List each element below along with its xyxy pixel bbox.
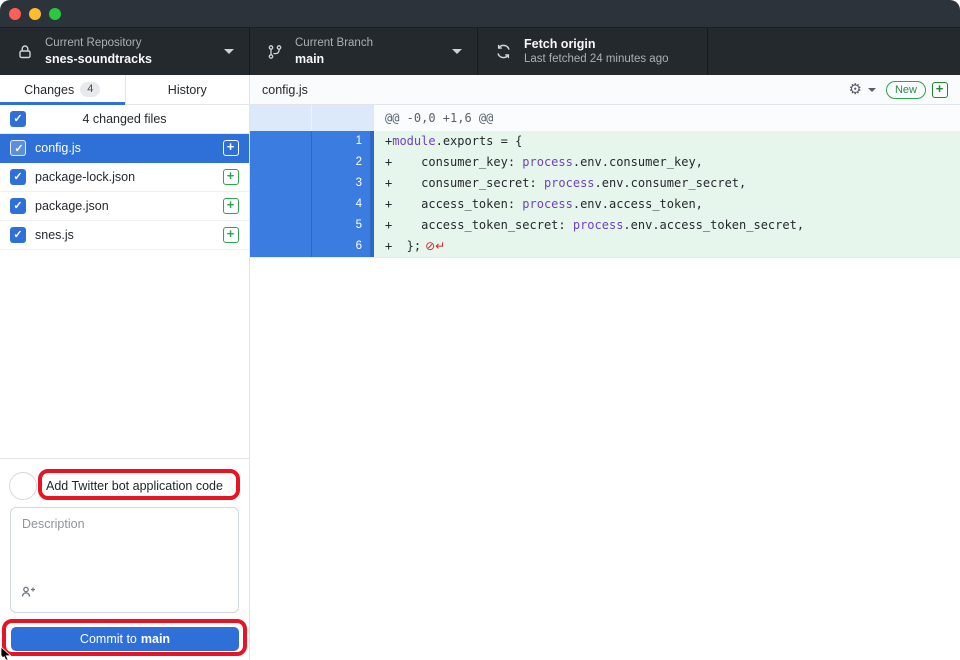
diff-line[interactable]: 3+ consumer_secret: process.env.consumer…	[250, 173, 960, 194]
file-status-badge: New	[886, 81, 926, 99]
line-number: 4	[312, 194, 370, 215]
tab-changes[interactable]: Changes 4	[0, 75, 125, 104]
toolbar-empty-area	[708, 28, 960, 75]
branch-label: Current Branch	[295, 36, 373, 51]
fetch-origin-button[interactable]: Fetch origin Last fetched 24 minutes ago	[478, 28, 708, 75]
line-number: 3	[312, 173, 370, 194]
diff-line-code: + access_token: process.env.access_token…	[374, 194, 960, 215]
file-name: package-lock.json	[35, 170, 223, 184]
added-file-icon	[932, 82, 948, 98]
line-number: 2	[312, 152, 370, 173]
file-checkbox[interactable]	[10, 140, 26, 156]
file-checkbox[interactable]	[10, 169, 26, 185]
changed-files-summary-row: 4 changed files	[0, 105, 249, 134]
file-checkbox[interactable]	[10, 227, 26, 243]
line-number: 6	[312, 236, 370, 257]
commit-button[interactable]: Commit to main	[11, 627, 239, 651]
diff-line[interactable]: 4+ access_token: process.env.access_toke…	[250, 194, 960, 215]
commit-description-input[interactable]	[12, 509, 222, 589]
git-branch-icon	[267, 44, 283, 60]
diff-line[interactable]: 6+ };⊘↵	[250, 236, 960, 257]
diff-line[interactable]: 1+module.exports = {	[250, 131, 960, 152]
commit-summary-input[interactable]	[46, 473, 234, 499]
chevron-down-icon	[224, 49, 234, 54]
fetch-subtitle: Last fetched 24 minutes ago	[524, 52, 669, 67]
titlebar[interactable]	[0, 0, 960, 28]
changes-count-badge: 4	[80, 82, 100, 97]
zoom-window-button[interactable]	[49, 8, 61, 20]
file-row-snes.js[interactable]: snes.js	[0, 221, 249, 250]
diff-file-name: config.js	[262, 83, 849, 97]
tab-history-label: History	[168, 83, 207, 97]
current-repository-button[interactable]: Current Repository snes-soundtracks	[0, 28, 250, 75]
added-file-icon	[223, 227, 239, 243]
file-checkbox[interactable]	[10, 198, 26, 214]
file-name: config.js	[35, 141, 223, 155]
fetch-title: Fetch origin	[524, 36, 669, 52]
repository-label: Current Repository	[45, 36, 152, 51]
added-file-icon	[223, 169, 239, 185]
current-branch-button[interactable]: Current Branch main	[250, 28, 478, 75]
tabbar: Changes 4 History	[0, 75, 249, 105]
hunk-header-text: @@ -0,0 +1,6 @@	[374, 105, 960, 131]
diff-header: config.js ⚙ New	[250, 75, 960, 105]
sync-icon	[495, 43, 512, 60]
diff-line[interactable]: 2+ consumer_key: process.env.consumer_ke…	[250, 152, 960, 173]
add-coauthor-icon[interactable]	[20, 584, 36, 605]
file-row-package.json[interactable]: package.json	[0, 192, 249, 221]
file-list: config.js package-lock.json package.json sn…	[0, 134, 249, 250]
added-file-icon	[223, 140, 239, 156]
diff-line-code: + consumer_secret: process.env.consumer_…	[374, 173, 960, 194]
commit-form: Commit to main	[0, 458, 249, 660]
tab-history[interactable]: History	[125, 75, 250, 104]
branch-name: main	[295, 51, 373, 67]
commit-button-label: Commit to	[80, 632, 137, 646]
diff-line-code: +module.exports = {	[374, 131, 960, 152]
diff-line[interactable]: 5+ access_token_secret: process.env.acce…	[250, 215, 960, 236]
diff-line-code: + consumer_key: process.env.consumer_key…	[374, 152, 960, 173]
gear-icon[interactable]: ⚙	[849, 82, 862, 97]
file-row-config.js[interactable]: config.js	[0, 134, 249, 163]
repository-name: snes-soundtracks	[45, 51, 152, 67]
file-row-package-lock.json[interactable]: package-lock.json	[0, 163, 249, 192]
close-window-button[interactable]	[9, 8, 21, 20]
diff-body: @@ -0,0 +1,6 @@ 1+module.exports = {2+ c…	[250, 105, 960, 258]
lock-icon	[17, 44, 33, 60]
added-file-icon	[223, 198, 239, 214]
diff-pane: config.js ⚙ New @@ -0,0 +1,6 @@ 1+module…	[250, 75, 960, 660]
sidebar: Changes 4 History 4 changed files config…	[0, 75, 250, 660]
line-number: 1	[312, 131, 370, 152]
diff-line-code: + access_token_secret: process.env.acces…	[374, 215, 960, 236]
file-name: package.json	[35, 199, 223, 213]
avatar	[9, 472, 37, 500]
line-number: 5	[312, 215, 370, 236]
chevron-down-icon	[452, 49, 462, 54]
github-desktop-window: Current Repository snes-soundtracks Curr…	[0, 0, 960, 660]
tab-changes-label: Changes	[24, 83, 74, 97]
toolbar: Current Repository snes-soundtracks Curr…	[0, 28, 960, 75]
file-name: snes.js	[35, 228, 223, 242]
commit-description-box	[10, 507, 239, 613]
file-list-empty-space	[0, 250, 249, 458]
commit-button-branch: main	[141, 632, 170, 646]
hunk-header-row: @@ -0,0 +1,6 @@	[250, 105, 960, 131]
select-all-checkbox[interactable]	[10, 111, 26, 127]
minimize-window-button[interactable]	[29, 8, 41, 20]
diff-lines: 1+module.exports = {2+ consumer_key: pro…	[250, 131, 960, 257]
chevron-down-icon[interactable]	[868, 88, 876, 92]
changed-files-count: 4 changed files	[26, 112, 223, 126]
diff-line-code: + };⊘↵	[374, 236, 960, 257]
